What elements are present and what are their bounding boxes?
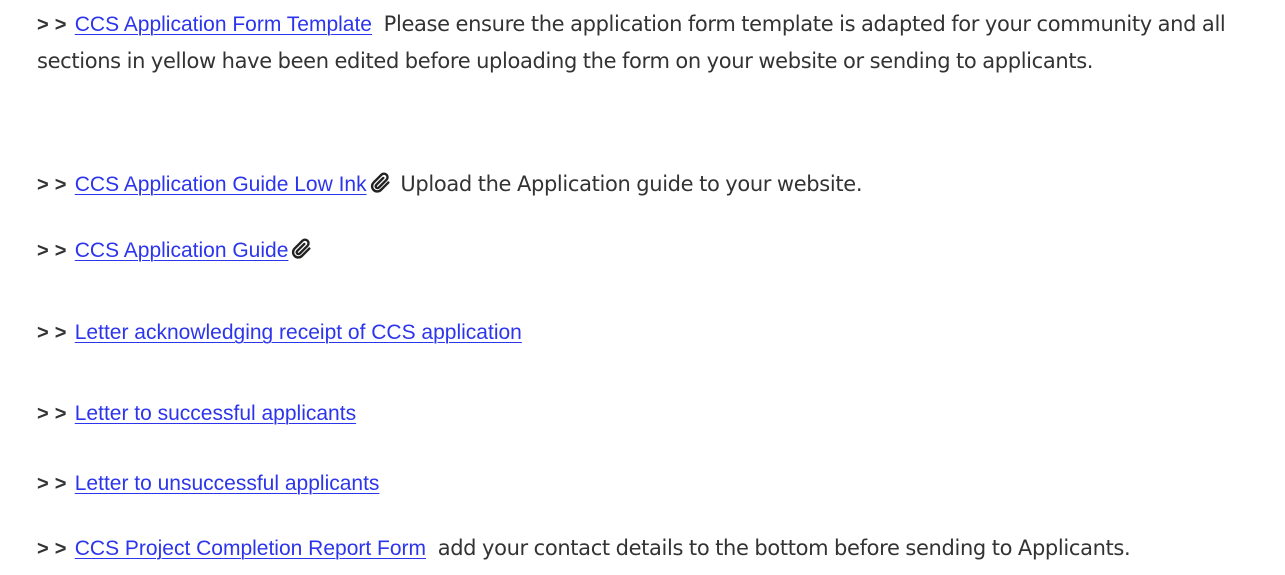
resource-item-application-form: > > CCS Application Form Template Please… [37, 6, 1282, 79]
paperclip-icon [291, 235, 313, 259]
link-application-form-template[interactable]: CCS Application Form Template [75, 13, 372, 36]
item-prefix: > > [37, 322, 67, 344]
resource-item-application-guide-low-ink: > > CCS Application Guide Low Ink Upload… [37, 166, 1282, 203]
item-prefix: > > [37, 240, 67, 262]
item-prefix: > > [37, 14, 67, 36]
resource-item-successful-letter: > > Letter to successful applicants [37, 395, 1282, 432]
item-description: add your contact details to the bottom b… [437, 536, 1131, 560]
paperclip-icon [370, 169, 392, 193]
link-project-completion-report-form[interactable]: CCS Project Completion Report Form [75, 537, 426, 560]
resource-item-application-guide: > > CCS Application Guide [37, 232, 1282, 269]
link-successful-applicants-letter[interactable]: Letter to successful applicants [75, 402, 356, 425]
item-prefix: > > [37, 473, 67, 495]
item-prefix: > > [37, 174, 67, 196]
item-description: Upload the Application guide to your web… [400, 172, 863, 196]
resource-item-completion-report: > > CCS Project Completion Report Form a… [37, 530, 1282, 567]
resource-item-acknowledgement-letter: > > Letter acknowledging receipt of CCS … [37, 314, 1282, 351]
item-prefix: > > [37, 403, 67, 425]
item-prefix: > > [37, 538, 67, 560]
link-unsuccessful-applicants-letter[interactable]: Letter to unsuccessful applicants [75, 472, 380, 495]
resource-item-unsuccessful-letter: > > Letter to unsuccessful applicants [37, 465, 1282, 502]
link-application-guide[interactable]: CCS Application Guide [75, 239, 289, 262]
link-application-guide-low-ink[interactable]: CCS Application Guide Low Ink [75, 173, 367, 196]
link-acknowledgement-letter[interactable]: Letter acknowledging receipt of CCS appl… [75, 321, 522, 344]
